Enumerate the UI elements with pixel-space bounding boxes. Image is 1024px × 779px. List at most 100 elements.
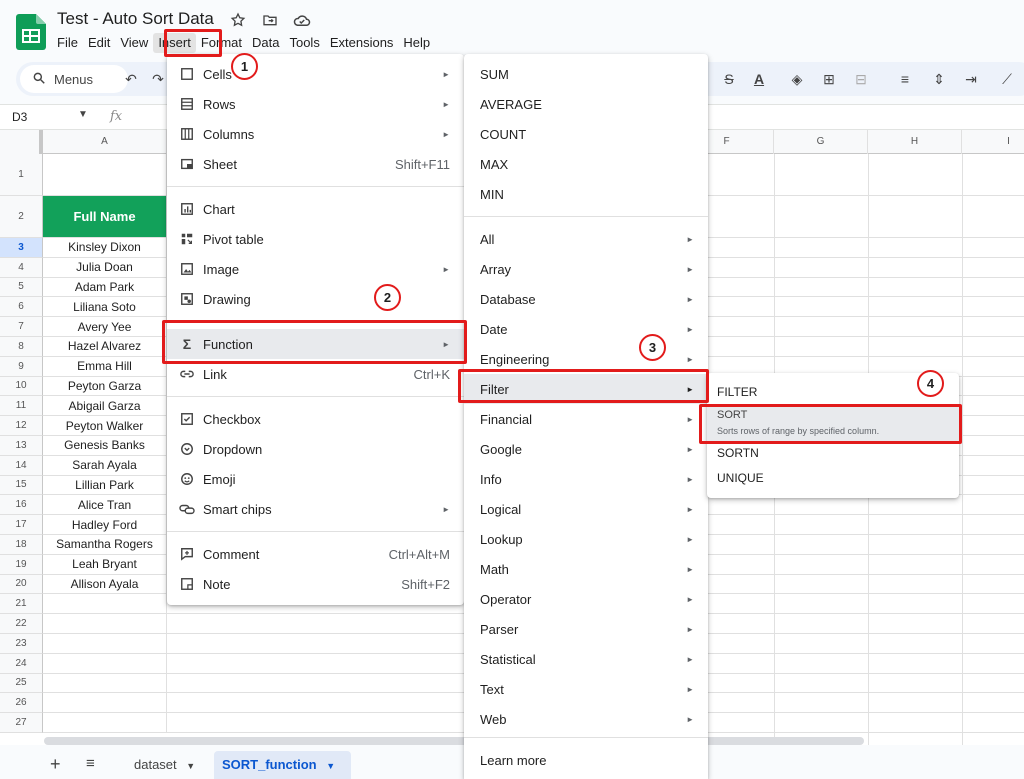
name-cell[interactable]: Samantha Rogers: [43, 535, 167, 555]
name-cell[interactable]: Adam Park: [43, 277, 167, 298]
function-item-lookup[interactable]: Lookup ►: [464, 524, 708, 554]
row-header[interactable]: 17: [0, 515, 43, 535]
function-item-max[interactable]: MAX: [464, 149, 708, 179]
function-item-parser[interactable]: Parser ►: [464, 614, 708, 644]
function-item-google[interactable]: Google ►: [464, 434, 708, 464]
insert-item-smart-chips[interactable]: Smart chips ►: [167, 494, 464, 524]
row-header[interactable]: 13: [0, 436, 43, 456]
function-item-sum[interactable]: SUM: [464, 59, 708, 89]
sheet-tab-sort-function[interactable]: SORT_function ▼: [214, 751, 351, 779]
menu-extensions[interactable]: Extensions: [325, 33, 399, 53]
insert-item-comment[interactable]: Comment Ctrl+Alt+M: [167, 539, 464, 569]
all-sheets-icon[interactable]: ≡: [86, 755, 95, 772]
column-header-a[interactable]: A: [43, 130, 167, 154]
insert-item-emoji[interactable]: Emoji: [167, 464, 464, 494]
row-header[interactable]: 10: [0, 376, 43, 397]
name-cell[interactable]: Hadley Ford: [43, 515, 167, 535]
insert-item-cells[interactable]: Cells ►: [167, 59, 464, 89]
function-item-average[interactable]: AVERAGE: [464, 89, 708, 119]
function-item-statistical[interactable]: Statistical ►: [464, 644, 708, 674]
name-cell[interactable]: Liliana Soto: [43, 297, 167, 318]
row-header[interactable]: 27: [0, 713, 43, 733]
fill-color-icon[interactable]: ◈: [786, 68, 808, 90]
strikethrough-icon[interactable]: S: [718, 68, 740, 90]
row-header[interactable]: 18: [0, 535, 43, 555]
row-header[interactable]: 1: [0, 154, 43, 196]
cloud-status-icon[interactable]: [292, 10, 312, 30]
function-item-info[interactable]: Info ►: [464, 464, 708, 494]
row-header[interactable]: 8: [0, 337, 43, 357]
vertical-align-icon[interactable]: ⇕: [928, 68, 950, 90]
empty-cell[interactable]: [43, 614, 167, 634]
name-cell[interactable]: Alice Tran: [43, 495, 167, 516]
sheets-logo[interactable]: [16, 14, 46, 50]
function-item-learn-more[interactable]: Learn more: [464, 745, 708, 775]
menu-edit[interactable]: Edit: [83, 33, 115, 53]
row-header[interactable]: 6: [0, 297, 43, 318]
filter-item-sortn[interactable]: SORTN: [717, 446, 759, 460]
row-header[interactable]: 11: [0, 396, 43, 417]
empty-cell[interactable]: [43, 653, 167, 674]
horizontal-scrollbar[interactable]: [44, 737, 864, 745]
borders-icon[interactable]: ⊞: [818, 68, 840, 90]
name-cell[interactable]: Peyton Garza: [43, 376, 167, 397]
empty-cell[interactable]: [43, 634, 167, 654]
column-header-i[interactable]: I: [962, 130, 1024, 154]
name-box[interactable]: D3: [12, 110, 27, 124]
row-header[interactable]: 22: [0, 614, 43, 634]
name-cell[interactable]: Lillian Park: [43, 475, 167, 496]
add-sheet-icon[interactable]: +: [50, 754, 61, 775]
row-header[interactable]: 3: [0, 238, 43, 258]
name-cell[interactable]: Kinsley Dixon: [43, 238, 167, 258]
star-icon[interactable]: [228, 10, 248, 30]
insert-item-chart[interactable]: Chart: [167, 194, 464, 224]
name-cell[interactable]: Abigail Garza: [43, 396, 167, 417]
function-item-math[interactable]: Math ►: [464, 554, 708, 584]
filter-item-unique[interactable]: UNIQUE: [717, 471, 764, 485]
sheet-tab-dataset[interactable]: dataset ▼: [126, 751, 203, 779]
row-header[interactable]: 26: [0, 693, 43, 714]
empty-cell[interactable]: [43, 713, 167, 733]
insert-item-dropdown[interactable]: Dropdown: [167, 434, 464, 464]
row-header[interactable]: 16: [0, 495, 43, 516]
undo-icon[interactable]: ↶: [120, 68, 142, 90]
header-cell-full-name[interactable]: Full Name: [43, 196, 167, 238]
select-all-corner[interactable]: [0, 130, 43, 154]
empty-cell[interactable]: [43, 693, 167, 714]
column-header-h[interactable]: H: [868, 130, 962, 154]
row-header[interactable]: 15: [0, 475, 43, 496]
redo-icon[interactable]: ↷: [147, 68, 169, 90]
row-header[interactable]: 5: [0, 277, 43, 298]
name-cell[interactable]: Emma Hill: [43, 356, 167, 377]
text-rotation-icon[interactable]: ⟋: [996, 68, 1018, 90]
insert-item-drawing[interactable]: Drawing: [167, 284, 464, 314]
empty-cell[interactable]: [43, 594, 167, 615]
function-item-logical[interactable]: Logical ►: [464, 494, 708, 524]
function-item-date[interactable]: Date ►: [464, 314, 708, 344]
name-cell[interactable]: Allison Ayala: [43, 574, 167, 595]
row-header[interactable]: 20: [0, 574, 43, 595]
row-header[interactable]: 4: [0, 257, 43, 278]
insert-item-pivot-table[interactable]: Pivot table: [167, 224, 464, 254]
menu-data[interactable]: Data: [247, 33, 284, 53]
search-menus-box[interactable]: Menus: [20, 65, 128, 93]
menu-help[interactable]: Help: [398, 33, 435, 53]
document-title[interactable]: Test - Auto Sort Data: [57, 9, 214, 29]
insert-item-checkbox[interactable]: Checkbox: [167, 404, 464, 434]
row-header[interactable]: 23: [0, 634, 43, 654]
row-header[interactable]: 12: [0, 416, 43, 436]
name-cell[interactable]: Peyton Walker: [43, 416, 167, 436]
function-item-min[interactable]: MIN: [464, 179, 708, 209]
row-header[interactable]: 14: [0, 455, 43, 476]
row-header[interactable]: 2: [0, 196, 43, 238]
empty-cell[interactable]: [43, 673, 167, 694]
insert-item-columns[interactable]: Columns ►: [167, 119, 464, 149]
function-item-financial[interactable]: Financial ►: [464, 404, 708, 434]
name-cell[interactable]: Sarah Ayala: [43, 455, 167, 476]
horizontal-align-icon[interactable]: ≡: [894, 68, 916, 90]
function-item-database[interactable]: Database ►: [464, 284, 708, 314]
row-header[interactable]: 7: [0, 317, 43, 337]
menu-file[interactable]: File: [52, 33, 83, 53]
row-header[interactable]: 25: [0, 673, 43, 694]
function-item-operator[interactable]: Operator ►: [464, 584, 708, 614]
